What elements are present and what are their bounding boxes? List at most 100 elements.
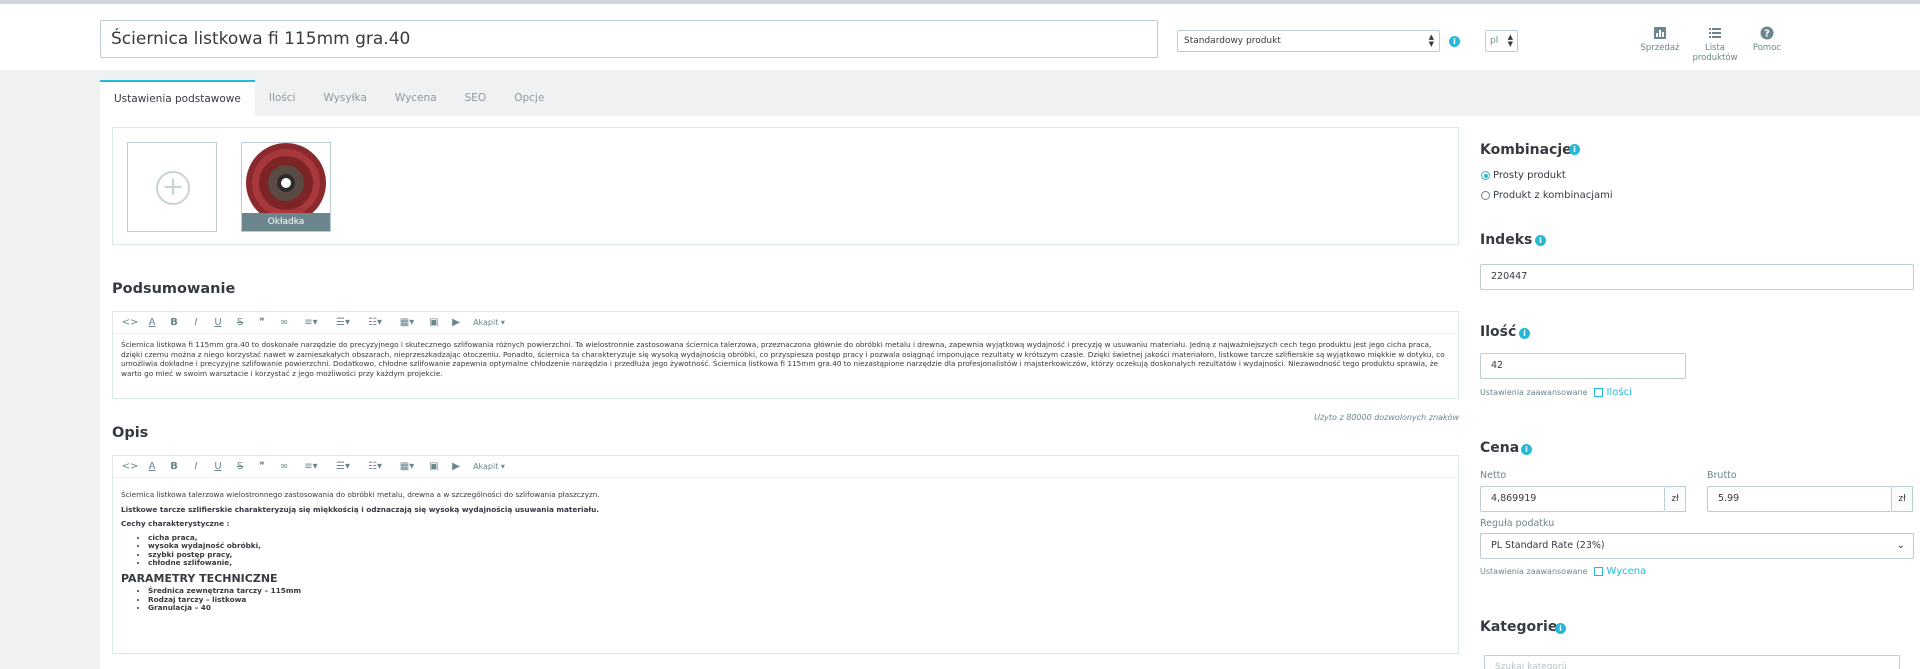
advanced-settings-label: Ustawienia zaawansowane xyxy=(1480,388,1588,397)
product-image-cover[interactable]: Okładka xyxy=(241,142,331,232)
text-color-icon[interactable]: A xyxy=(141,313,163,333)
bar-chart-icon xyxy=(1654,27,1666,39)
info-icon[interactable]: i xyxy=(1519,328,1530,339)
list-icon xyxy=(1709,28,1721,38)
help-link[interactable]: ? Pomoc xyxy=(1750,26,1784,53)
media-icon[interactable]: ▶ xyxy=(445,457,467,477)
italic-icon[interactable]: I xyxy=(185,313,207,333)
tab-quantities[interactable]: Ilości xyxy=(255,80,310,116)
pricing-link[interactable]: Wycena xyxy=(1607,566,1647,577)
net-price-input[interactable]: 4,869919 xyxy=(1480,486,1665,512)
chevron-down-icon: ⌄ xyxy=(1896,540,1905,551)
italic-icon[interactable]: I xyxy=(185,457,207,477)
info-icon[interactable]: i xyxy=(1535,235,1546,246)
description-highlight: Listkowe tarcze szlifierskie charakteryz… xyxy=(121,504,600,514)
summary-title: Podsumowanie xyxy=(112,281,236,297)
paragraph-format-select[interactable]: Akapit ▾ xyxy=(467,457,511,477)
underline-icon[interactable]: U xyxy=(207,457,229,477)
strikethrough-icon[interactable]: S xyxy=(229,313,251,333)
features-title: Cechy charakterystyczne : xyxy=(121,519,230,528)
index-input[interactable]: 220447 xyxy=(1480,264,1914,290)
tab-pricing[interactable]: Wycena xyxy=(381,80,451,116)
tab-options[interactable]: Opcje xyxy=(500,80,558,116)
description-text[interactable]: Ściernica listkowa talerzowa wielostronn… xyxy=(113,478,1458,625)
strikethrough-icon[interactable]: S xyxy=(229,457,251,477)
list-item: chłodne szlifowanie, xyxy=(148,558,1450,568)
params-list: Średnica zewnętrzna tarczy – 115mm Rodza… xyxy=(148,586,1450,613)
description-title: Opis xyxy=(112,425,149,441)
table-icon[interactable]: ▦▾ xyxy=(391,457,423,477)
text-color-icon[interactable]: A xyxy=(141,457,163,477)
image-icon[interactable]: ▣ xyxy=(423,457,445,477)
list-item: Średnica zewnętrzna tarczy – 115mm xyxy=(148,586,1450,596)
gross-label: Brutto xyxy=(1707,470,1737,481)
radio-checked-icon xyxy=(1481,171,1490,180)
params-title: PARAMETRY TECHNICZNE xyxy=(121,571,278,585)
info-icon[interactable]: i xyxy=(1555,623,1566,634)
product-list-link[interactable]: Lista produktów xyxy=(1682,26,1748,63)
list-item: szybki postęp pracy, xyxy=(148,550,1450,560)
sales-link[interactable]: Sprzedaż xyxy=(1640,26,1680,53)
paragraph-label: Akapit xyxy=(473,317,499,327)
features-list: cicha praca, wysoka wydajność obróbki, s… xyxy=(148,533,1450,568)
tab-seo[interactable]: SEO xyxy=(451,80,501,116)
gross-currency: zł xyxy=(1892,486,1913,512)
quantity-advanced-link[interactable]: Ustawienia zaawansowane Ilości xyxy=(1480,387,1632,398)
align-icon[interactable]: ≡▾ xyxy=(295,457,327,477)
category-search-input[interactable]: Szukaj kategorii xyxy=(1484,655,1900,669)
summary-text[interactable]: Ściernica listkowa fi 115mm gra.40 to do… xyxy=(113,334,1458,384)
info-icon[interactable]: i xyxy=(1449,36,1460,47)
list-item: wysoka wydajność obróbki, xyxy=(148,541,1450,551)
paragraph-label: Akapit xyxy=(473,461,499,471)
description-editor: <> A B I U S ❞ ∞ ≡▾ ☰▾ ☷▾ ▦▾ ▣ ▶ Akapit … xyxy=(112,455,1459,654)
bullet-list-icon[interactable]: ☰▾ xyxy=(327,313,359,333)
tax-rule-label: Reguła podatku xyxy=(1480,518,1555,529)
info-icon[interactable]: i xyxy=(1521,444,1532,455)
product-type-select[interactable]: Standardowy produkt ▲ ▼ xyxy=(1177,30,1440,52)
bold-icon[interactable]: B xyxy=(163,457,185,477)
product-name-input[interactable]: Ściernica listkowa fi 115mm gra.40 xyxy=(100,20,1158,58)
image-icon[interactable]: ▣ xyxy=(423,313,445,333)
description-toolbar: <> A B I U S ❞ ∞ ≡▾ ☰▾ ☷▾ ▦▾ ▣ ▶ Akapit … xyxy=(113,456,1458,478)
tab-basic-settings[interactable]: Ustawienia podstawowe xyxy=(100,80,255,116)
numbered-list-icon[interactable]: ☷▾ xyxy=(359,457,391,477)
quote-icon[interactable]: ❞ xyxy=(251,457,273,477)
quote-icon[interactable]: ❞ xyxy=(251,313,273,333)
quantity-input[interactable]: 42 xyxy=(1480,353,1686,379)
description-intro: Ściernica listkowa talerzowa wielostronn… xyxy=(121,490,600,499)
net-label: Netto xyxy=(1480,470,1507,481)
link-icon[interactable]: ∞ xyxy=(273,457,295,477)
bold-icon[interactable]: B xyxy=(163,313,185,333)
language-select[interactable]: pl ▲ ▼ xyxy=(1485,30,1518,52)
simple-product-radio[interactable]: Prosty produkt xyxy=(1481,170,1566,181)
tax-rule-select[interactable]: PL Standard Rate (23%) ⌄ xyxy=(1480,533,1914,559)
quantity-title: Ilość xyxy=(1480,324,1517,340)
bullet-list-icon[interactable]: ☰▾ xyxy=(327,457,359,477)
advanced-settings-label: Ustawienia zaawansowane xyxy=(1480,567,1588,576)
paragraph-format-select[interactable]: Akapit ▾ xyxy=(467,313,511,333)
info-icon[interactable]: i xyxy=(1569,144,1580,155)
price-title: Cena xyxy=(1480,440,1520,456)
gross-price-input[interactable]: 5.99 xyxy=(1707,486,1892,512)
quantities-link[interactable]: Ilości xyxy=(1607,387,1632,398)
product-tabs: Ustawienia podstawowe Ilości Wysyłka Wyc… xyxy=(100,80,558,116)
external-link-icon xyxy=(1593,567,1603,576)
code-icon[interactable]: <> xyxy=(119,457,141,477)
align-icon[interactable]: ≡▾ xyxy=(295,313,327,333)
numbered-list-icon[interactable]: ☷▾ xyxy=(359,313,391,333)
combinations-product-label: Produkt z kombinacjami xyxy=(1493,190,1613,201)
summary-editor: <> A B I U S ❞ ∞ ≡▾ ☰▾ ☷▾ ▦▾ ▣ ▶ Akapit … xyxy=(112,311,1459,399)
code-icon[interactable]: <> xyxy=(119,313,141,333)
combinations-product-radio[interactable]: Produkt z kombinacjami xyxy=(1481,190,1613,201)
price-advanced-link[interactable]: Ustawienia zaawansowane Wycena xyxy=(1480,566,1646,577)
table-icon[interactable]: ▦▾ xyxy=(391,313,423,333)
product-type-value: Standardowy produkt xyxy=(1184,36,1281,46)
link-icon[interactable]: ∞ xyxy=(273,313,295,333)
list-item: Rodzaj tarczy – listkowa xyxy=(148,595,1450,605)
add-image-button[interactable]: + xyxy=(127,142,217,232)
underline-icon[interactable]: U xyxy=(207,313,229,333)
external-link-icon xyxy=(1593,388,1603,397)
summary-toolbar: <> A B I U S ❞ ∞ ≡▾ ☰▾ ☷▾ ▦▾ ▣ ▶ Akapit … xyxy=(113,312,1458,334)
tab-shipping[interactable]: Wysyłka xyxy=(309,80,380,116)
media-icon[interactable]: ▶ xyxy=(445,313,467,333)
